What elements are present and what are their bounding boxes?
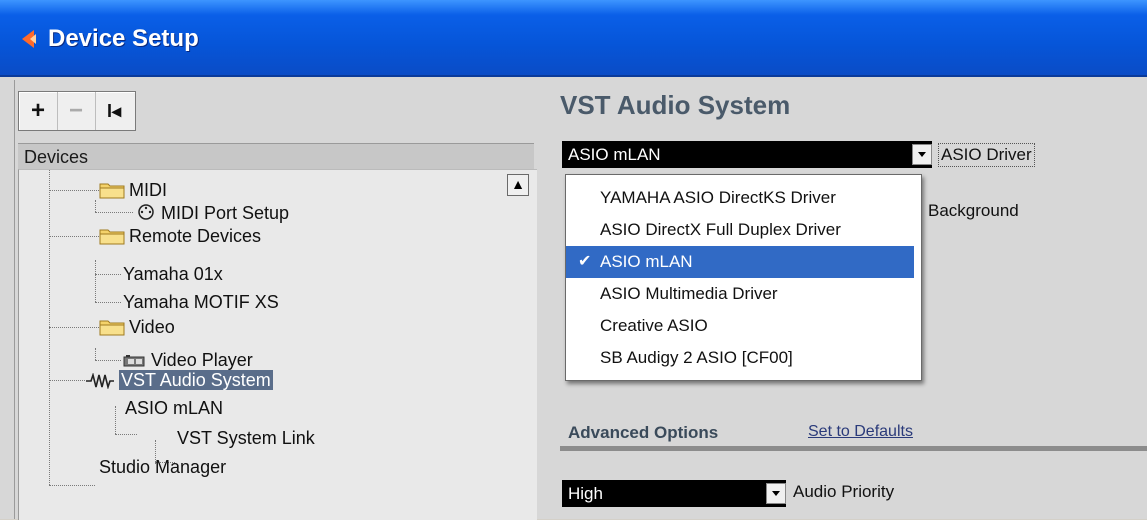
set-to-defaults-link[interactable]: Set to Defaults — [808, 423, 913, 441]
audio-priority-value: High — [568, 484, 603, 503]
tree-line — [49, 236, 99, 237]
tree-item-midi[interactable]: MIDI — [129, 179, 167, 201]
dropdown-item[interactable]: ASIO DirectX Full Duplex Driver — [566, 214, 914, 246]
audio-priority-select[interactable]: High — [562, 480, 786, 507]
tree-line — [95, 212, 133, 213]
tree-line — [95, 200, 96, 212]
checkmark-icon: ✔ — [578, 253, 592, 270]
tree-line — [115, 434, 137, 435]
chevron-down-icon[interactable] — [766, 483, 786, 504]
chevron-down-icon[interactable] — [912, 144, 932, 165]
tree-item-yamaha-motif-xs[interactable]: Yamaha MOTIF XS — [123, 291, 279, 313]
panel-title: VST Audio System — [560, 90, 791, 120]
tree-line — [95, 360, 121, 361]
remove-device-button[interactable]: − — [57, 92, 96, 130]
asio-driver-dropdown: YAMAHA ASIO DirectKS Driver ASIO DirectX… — [565, 174, 922, 381]
midi-port-icon — [138, 204, 154, 220]
audio-priority-label: Audio Priority — [793, 482, 895, 501]
section-divider — [560, 446, 1147, 451]
tree-line — [49, 485, 95, 486]
tree-item-midi-port-setup[interactable]: MIDI Port Setup — [161, 202, 289, 224]
tree-line — [49, 190, 99, 191]
folder-icon — [99, 229, 125, 245]
background-label: Background — [928, 201, 1019, 220]
add-device-button[interactable]: + — [19, 92, 58, 130]
asio-driver-value: ASIO mLAN — [568, 145, 661, 164]
advanced-options-heading: Advanced Options — [568, 423, 719, 442]
dropdown-item[interactable]: YAMAHA ASIO DirectKS Driver — [566, 182, 914, 214]
title-bar: Device Setup — [0, 0, 1147, 77]
dropdown-item[interactable]: Creative ASIO — [566, 310, 914, 342]
tree-item-video[interactable]: Video — [129, 316, 175, 338]
dropdown-item[interactable]: ASIO Multimedia Driver — [566, 278, 914, 310]
tree-item-remote-devices[interactable]: Remote Devices — [129, 225, 261, 247]
left-frame — [14, 80, 15, 519]
dropdown-item[interactable]: SB Audigy 2 ASIO [CF00] — [566, 342, 914, 374]
asio-driver-select[interactable]: ASIO mLAN — [562, 141, 932, 168]
tree-line — [95, 260, 96, 302]
tree-line — [95, 348, 96, 360]
tree-line — [95, 274, 121, 275]
dropdown-item-selected[interactable]: ✔ ASIO mLAN — [566, 246, 914, 278]
tree-line — [49, 380, 85, 381]
folder-icon — [99, 320, 125, 336]
tree-item-video-player[interactable]: Video Player — [151, 349, 253, 371]
devices-header: Devices — [18, 143, 534, 169]
folder-icon — [99, 183, 125, 199]
tree-item-vst-system-link[interactable]: VST System Link — [177, 427, 315, 449]
window-title: Device Setup — [48, 25, 199, 52]
scroll-up-button[interactable]: ▲ — [507, 174, 529, 196]
tree-line — [95, 302, 121, 303]
dropdown-item-label: ASIO mLAN — [600, 252, 693, 271]
tree-item-studio-manager[interactable]: Studio Manager — [99, 456, 226, 478]
devices-tree: ▲ MIDI MIDI Port Setup Remote Devices Ya… — [18, 169, 537, 520]
asio-driver-label: ASIO Driver — [938, 143, 1035, 167]
tree-item-asio-mlan[interactable]: ASIO mLAN — [125, 397, 223, 419]
app-logo-highlight — [30, 34, 36, 44]
tree-item-yamaha-01x[interactable]: Yamaha 01x — [123, 263, 223, 285]
audio-waveform-icon — [86, 373, 114, 389]
video-player-icon — [123, 355, 145, 367]
tree-line — [49, 327, 99, 328]
device-toolbar: + − I◂ — [18, 91, 136, 131]
selected-tree-label: VST Audio System — [119, 370, 273, 390]
tree-item-vst-audio-system[interactable]: VST Audio System — [119, 369, 273, 391]
reset-device-button[interactable]: I◂ — [95, 92, 133, 130]
tree-line — [115, 406, 116, 434]
